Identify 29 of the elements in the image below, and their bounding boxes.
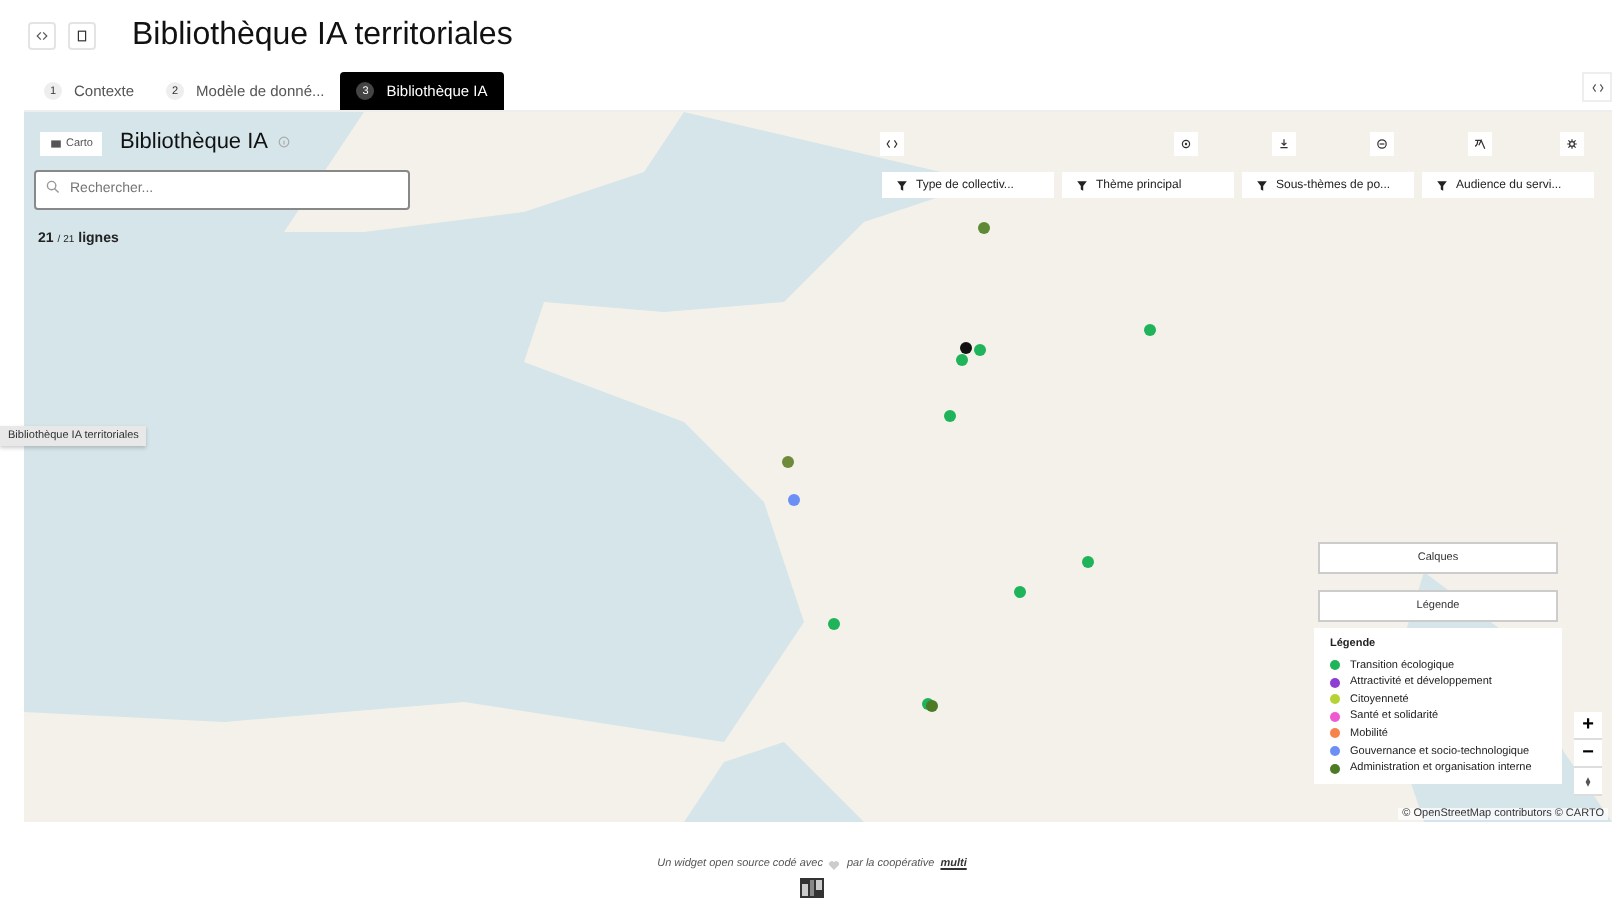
settings-icon [1566,138,1578,150]
compass-icon [1582,775,1594,787]
double-arrow-icon [36,30,48,42]
download-button[interactable] [1272,132,1296,156]
toggle-button[interactable] [28,22,56,50]
filter-icon [1436,179,1448,191]
target-icon [1180,138,1192,150]
filter-icon [1076,179,1088,191]
target-button[interactable] [1174,132,1198,156]
zoom-in-button[interactable]: + [1574,712,1602,740]
panel-button[interactable] [68,22,96,50]
expand-icon [886,138,898,150]
info-icon[interactable] [278,136,290,148]
heart-icon [828,859,841,869]
filter-icon [1256,179,1268,191]
translate-button[interactable] [1468,132,1492,156]
panel-icon [76,30,88,42]
code-icon [1591,81,1603,93]
map-icon [50,138,62,150]
page-title: Bibliothèque IA territoriales [132,18,513,54]
translate-icon [1474,138,1486,150]
expand-button[interactable] [880,132,904,156]
download-icon [1278,138,1290,150]
logo-icon [800,878,824,898]
map-title: Bibliothèque IA [120,130,268,154]
filter-icon [896,179,908,191]
embed-button[interactable] [1582,72,1612,102]
search-icon [46,179,60,193]
settings-button[interactable] [1560,132,1584,156]
